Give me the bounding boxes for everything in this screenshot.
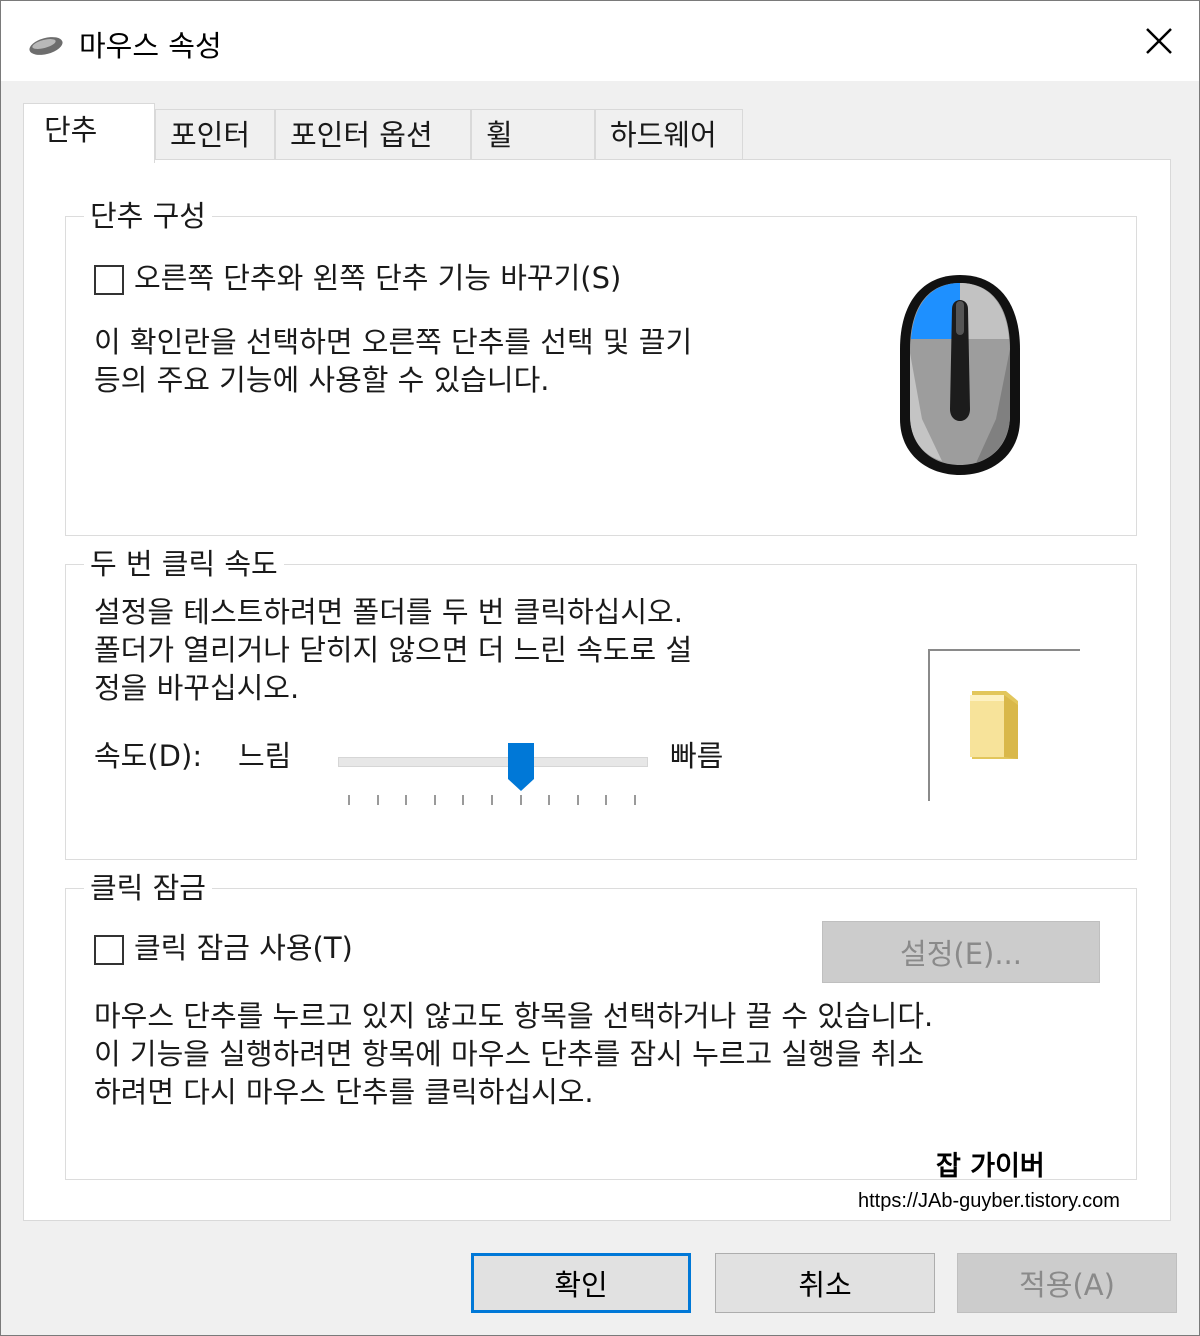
slider-tick: [548, 795, 551, 805]
button-config-description-line2: 등의 주요 기능에 사용할 수 있습니다.: [94, 363, 550, 397]
click-lock-description-line2: 이 기능을 실행하려면 항목에 마우스 단추를 잠시 누르고 실행을 취소: [94, 1037, 925, 1071]
close-icon: [1146, 28, 1172, 54]
cancel-button[interactable]: 취소: [715, 1253, 935, 1313]
slider-tick: [634, 795, 636, 805]
click-lock-settings-button[interactable]: 설정(E)...: [822, 921, 1100, 983]
slider-thumb[interactable]: [506, 741, 536, 793]
swap-buttons-label[interactable]: 오른쪽 단추와 왼쪽 단추 기능 바꾸기(S): [134, 259, 621, 297]
tab-hardware[interactable]: 하드웨어: [595, 109, 743, 161]
double-click-description-line1: 설정을 테스트하려면 폴더를 두 번 클릭하십시오.: [94, 595, 683, 629]
tab-wheel[interactable]: 휠: [471, 109, 595, 161]
close-button[interactable]: [1119, 1, 1199, 81]
mouse-illustration: [892, 269, 1028, 483]
slider-tick: [462, 795, 465, 805]
tab-pointers[interactable]: 포인터: [155, 109, 275, 161]
slow-label: 느림: [238, 739, 292, 773]
button-config-description-line1: 이 확인란을 선택하면 오른쪽 단추를 선택 및 끌기: [94, 325, 693, 359]
slider-tick: [519, 795, 522, 805]
tab-label: 하드웨어: [610, 118, 717, 152]
watermark-url: https://JAb-guyber.tistory.com: [858, 1190, 1120, 1212]
ok-button[interactable]: 확인: [471, 1253, 691, 1313]
click-lock-label[interactable]: 클릭 잠금 사용(T): [134, 929, 353, 967]
slider-tick: [433, 795, 436, 805]
slider-tick: [576, 795, 579, 805]
speed-label: 속도(D):: [94, 739, 203, 773]
group-label: 두 번 클릭 속도: [84, 541, 284, 583]
tab-label: 포인터 옵션: [290, 118, 433, 152]
test-folder-area[interactable]: [928, 649, 1080, 801]
window-title: 마우스 속성: [79, 29, 222, 63]
slider-tick: [405, 795, 408, 805]
fast-label: 빠름: [670, 739, 724, 773]
tab-buttons[interactable]: 단추: [23, 103, 155, 163]
click-lock-checkbox[interactable]: [94, 935, 124, 965]
click-lock-group: 클릭 잠금 클릭 잠금 사용(T) 설정(E)... 마우스 단추를 누르고 있…: [65, 865, 1137, 1180]
click-lock-description-line3: 하려면 다시 마우스 단추를 클릭하십시오.: [94, 1075, 594, 1109]
group-label: 클릭 잠금: [84, 865, 212, 907]
double-click-speed-group: 두 번 클릭 속도 설정을 테스트하려면 폴더를 두 번 클릭하십시오. 폴더가…: [65, 541, 1137, 860]
slider-tick: [376, 795, 379, 805]
mouse-app-icon: [27, 33, 67, 61]
double-click-description-line3: 정을 바꾸십시오.: [94, 671, 300, 705]
button-configuration-group: 단추 구성 오른쪽 단추와 왼쪽 단추 기능 바꾸기(S) 이 확인란을 선택하…: [65, 193, 1137, 536]
slider-tick: [348, 795, 350, 805]
tab-label: 휠: [486, 118, 513, 152]
slider-tick: [491, 795, 493, 805]
slider-track: [338, 757, 648, 767]
apply-button[interactable]: 적용(A): [957, 1253, 1177, 1313]
double-click-speed-slider[interactable]: [336, 741, 652, 811]
swap-buttons-checkbox[interactable]: [94, 265, 124, 295]
mouse-properties-dialog: 마우스 속성 단추 포인터 포인터 옵션 휠 하드웨어 단추 구성 오른쪽 단추…: [0, 0, 1200, 1336]
click-lock-description-line1: 마우스 단추를 누르고 있지 않고도 항목을 선택하거나 끌 수 있습니다.: [94, 999, 934, 1033]
double-click-description-line2: 폴더가 열리거나 닫히지 않으면 더 느린 속도로 설: [94, 633, 693, 667]
title-bar: 마우스 속성: [1, 1, 1199, 81]
tab-pointer-options[interactable]: 포인터 옵션: [275, 109, 471, 161]
tab-label: 단추: [44, 113, 98, 147]
folder-icon[interactable]: [966, 687, 1022, 765]
watermark-name: 잡 가이버: [936, 1151, 1045, 1182]
group-label: 단추 구성: [84, 193, 212, 235]
slider-tick: [605, 795, 608, 805]
tab-label: 포인터: [170, 118, 251, 152]
tab-panel-buttons: 단추 구성 오른쪽 단추와 왼쪽 단추 기능 바꾸기(S) 이 확인란을 선택하…: [23, 159, 1171, 1221]
